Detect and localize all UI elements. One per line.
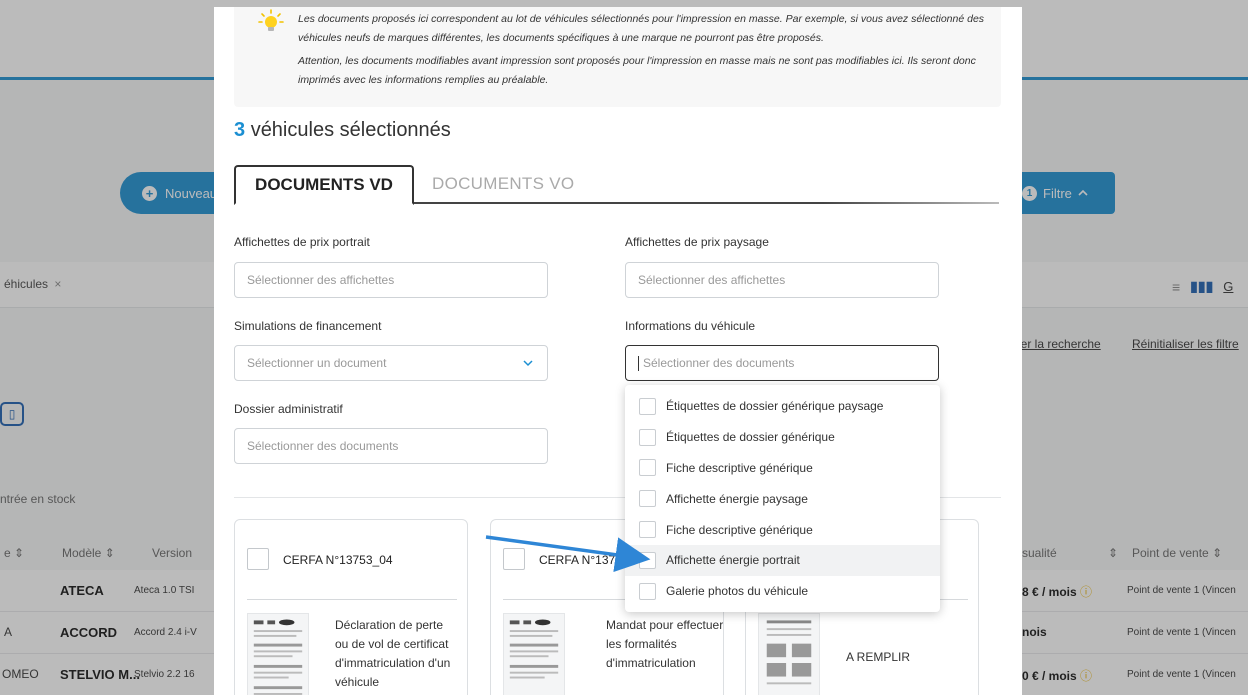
document-thumbnail-icon [758, 613, 820, 695]
field-label-prix-portrait: Affichettes de prix portrait [234, 235, 370, 249]
dropdown-option[interactable]: Étiquettes de dossier générique paysage [625, 391, 940, 422]
prix-paysage-select[interactable]: Sélectionner des affichettes [625, 262, 939, 298]
prix-paysage-placeholder: Sélectionner des affichettes [638, 273, 786, 287]
document-thumbnail-icon [503, 613, 565, 695]
info-text: Les documents proposés ici correspondent… [298, 10, 988, 90]
dossier-select[interactable]: Sélectionner des documents [234, 428, 548, 464]
field-label-dossier: Dossier administratif [234, 402, 343, 416]
text-cursor [638, 355, 639, 371]
dropdown-option-hovered[interactable]: Affichette énergie portrait [625, 544, 940, 576]
option-checkbox[interactable] [639, 459, 656, 477]
document-tabs: DOCUMENTS VD DOCUMENTS VO [234, 165, 999, 205]
selected-count: 3 [234, 119, 246, 141]
tab-documents-vo[interactable]: DOCUMENTS VO [432, 165, 574, 203]
option-checkbox[interactable] [639, 582, 656, 600]
field-label-infos-vehicule: Informations du véhicule [625, 319, 756, 333]
field-label-simulations: Simulations de financement [234, 319, 382, 333]
print-documents-modal: Les documents proposés ici correspondent… [214, 7, 1022, 695]
card-description: A REMPLIR [846, 650, 911, 664]
option-checkbox[interactable] [639, 551, 656, 569]
dossier-placeholder: Sélectionner des documents [247, 439, 399, 453]
dropdown-option[interactable]: Étiquettes de dossier générique [625, 422, 940, 453]
card-title: CERFA N°13753_04 [283, 553, 393, 567]
option-label: Étiquettes de dossier générique [666, 430, 835, 445]
document-card[interactable]: CERFA N°13753_04 Déclaration de perte ou… [234, 519, 468, 695]
dropdown-option[interactable]: Fiche descriptive générique [625, 514, 940, 545]
card-checkbox[interactable] [503, 548, 525, 570]
dropdown-option[interactable]: Affichette énergie paysage [625, 483, 940, 514]
card-title: CERFA N°1375 [539, 553, 622, 567]
document-thumbnail-icon [247, 613, 309, 695]
dropdown-option[interactable]: Fiche descriptive générique [625, 453, 940, 484]
documents-dropdown: Étiquettes de dossier générique paysage … [625, 385, 940, 612]
info-box: Les documents proposés ici correspondent… [234, 7, 1001, 107]
tab-documents-vd[interactable]: DOCUMENTS VD [234, 165, 414, 205]
option-label: Étiquettes de dossier générique paysage [666, 399, 884, 414]
simulations-placeholder: Sélectionner un document [247, 356, 387, 370]
option-label: Fiche descriptive générique [666, 522, 813, 537]
card-description: Déclaration de perte ou de vol de certif… [335, 618, 451, 689]
info-paragraph: Attention, les documents modifiables ava… [298, 55, 976, 86]
card-checkbox[interactable] [247, 548, 269, 570]
option-checkbox[interactable] [639, 521, 656, 539]
option-label: Affichette énergie portrait [666, 553, 800, 568]
prix-portrait-placeholder: Sélectionner des affichettes [247, 273, 395, 287]
info-paragraph: Les documents proposés ici correspondent… [298, 13, 985, 44]
simulations-select[interactable]: Sélectionner un document [234, 345, 548, 381]
chevron-down-icon [523, 360, 533, 367]
card-separator [247, 599, 457, 600]
selected-suffix: véhicules sélectionnés [250, 119, 451, 141]
prix-portrait-select[interactable]: Sélectionner des affichettes [234, 262, 548, 298]
lightbulb-icon [258, 9, 284, 31]
dropdown-option[interactable]: Galerie photos du véhicule [625, 576, 940, 607]
infos-vehicule-select[interactable]: Sélectionner des documents [625, 345, 939, 381]
option-checkbox[interactable] [639, 428, 656, 446]
field-label-prix-paysage: Affichettes de prix paysage [625, 235, 769, 249]
option-checkbox[interactable] [639, 490, 656, 508]
option-label: Galerie photos du véhicule [666, 584, 809, 599]
option-label: Fiche descriptive générique [666, 460, 813, 475]
option-label: Affichette énergie paysage [666, 491, 808, 506]
card-description: Mandat pour effectuer les formalités d'i… [606, 618, 724, 670]
selected-vehicles-title: 3 véhicules sélectionnés [234, 119, 451, 142]
option-checkbox[interactable] [639, 397, 656, 415]
infos-vehicule-placeholder: Sélectionner des documents [643, 356, 795, 370]
